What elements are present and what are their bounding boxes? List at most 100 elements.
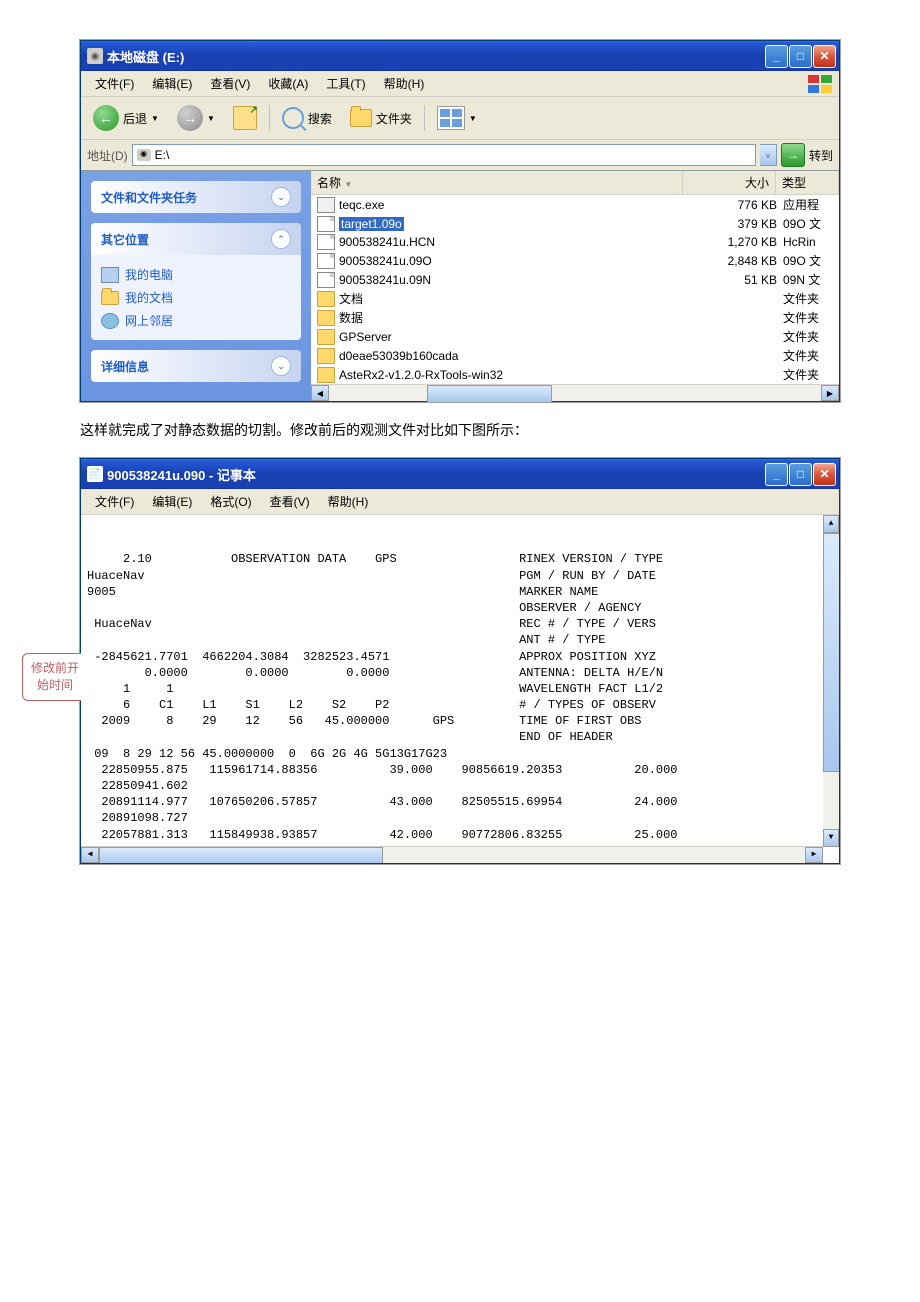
- views-button[interactable]: ▼: [431, 103, 483, 133]
- notepad-content-area[interactable]: 2.10 OBSERVATION DATA GPS RINEX VERSION …: [81, 515, 839, 863]
- file-row[interactable]: d0eae53039b160cada文件夹: [311, 346, 839, 365]
- file-row[interactable]: teqc.exe776 KB应用程: [311, 195, 839, 214]
- file-row[interactable]: target1.09o 379 KB09O 文: [311, 214, 839, 233]
- vertical-scrollbar[interactable]: ▲ ▼: [823, 515, 839, 847]
- file-row[interactable]: 文档文件夹: [311, 289, 839, 308]
- menu-view[interactable]: 查看(V): [202, 73, 258, 94]
- search-label: 搜索: [308, 110, 332, 127]
- doc-icon: [317, 253, 335, 269]
- doc-icon: [317, 216, 335, 232]
- notepad-window: 📄 900538241u.090 - 记事本 _ □ ✕ 文件(F) 编辑(E)…: [80, 458, 840, 864]
- file-type: 文件夹: [777, 366, 833, 383]
- minimize-button[interactable]: _: [765, 45, 788, 68]
- menu-favorites[interactable]: 收藏(A): [260, 73, 316, 94]
- scroll-track[interactable]: [823, 533, 839, 829]
- details-header[interactable]: 详细信息 ⌄: [91, 350, 301, 382]
- file-row[interactable]: 900538241u.09O2,848 KB09O 文: [311, 251, 839, 270]
- forward-button[interactable]: →▼: [171, 102, 221, 134]
- horizontal-scrollbar[interactable]: ◀ ▶: [81, 846, 823, 863]
- scroll-down-button[interactable]: ▼: [823, 829, 839, 847]
- file-row[interactable]: 900538241u.HCN1,270 KBHcRin: [311, 233, 839, 251]
- scroll-up-button[interactable]: ▲: [823, 515, 839, 533]
- my-computer-link[interactable]: 我的电脑: [101, 263, 291, 286]
- menu-edit[interactable]: 编辑(E): [144, 491, 200, 512]
- address-input[interactable]: ◉ E:\: [132, 144, 756, 166]
- file-name: target1.09o: [339, 217, 404, 231]
- go-button[interactable]: →: [781, 143, 805, 167]
- scroll-track[interactable]: [99, 847, 805, 863]
- file-name: 900538241u.HCN: [339, 235, 435, 249]
- file-type: 文件夹: [777, 328, 833, 345]
- column-type[interactable]: 类型: [776, 171, 839, 194]
- file-pane: 名称 ▼ 大小 类型 teqc.exe776 KB应用程 target1.09o 3…: [311, 171, 839, 401]
- folders-button[interactable]: 文件夹: [344, 106, 418, 130]
- explorer-titlebar[interactable]: ◉ 本地磁盘 (E:) _ □ ✕: [81, 41, 839, 71]
- file-name: 900538241u.09O: [339, 254, 432, 268]
- menu-help[interactable]: 帮助(H): [376, 73, 433, 94]
- menu-edit[interactable]: 编辑(E): [144, 73, 200, 94]
- notepad-menubar: 文件(F) 编辑(E) 格式(O) 查看(V) 帮助(H): [81, 489, 839, 515]
- file-name: 900538241u.09N: [339, 273, 431, 287]
- folder-icon: [317, 291, 335, 307]
- close-button[interactable]: ✕: [813, 45, 836, 68]
- folder-icon: [101, 291, 119, 305]
- file-row[interactable]: GPServer文件夹: [311, 327, 839, 346]
- network-link[interactable]: 网上邻居: [101, 309, 291, 332]
- scroll-track[interactable]: [329, 385, 821, 401]
- file-row[interactable]: 数据文件夹: [311, 308, 839, 327]
- details-panel: 详细信息 ⌄: [91, 350, 301, 382]
- maximize-button[interactable]: □: [789, 463, 812, 486]
- folder-icon: [317, 329, 335, 345]
- scroll-left-button[interactable]: ◀: [311, 385, 329, 401]
- menu-tools[interactable]: 工具(T): [318, 73, 373, 94]
- scroll-thumb[interactable]: [823, 533, 839, 772]
- menu-help[interactable]: 帮助(H): [320, 491, 377, 512]
- file-tasks-label: 文件和文件夹任务: [101, 189, 197, 206]
- my-documents-link[interactable]: 我的文档: [101, 286, 291, 309]
- menu-file[interactable]: 文件(F): [87, 73, 142, 94]
- horizontal-scrollbar[interactable]: ◀ ▶: [311, 384, 839, 401]
- close-button[interactable]: ✕: [813, 463, 836, 486]
- drive-icon: ◉: [137, 149, 151, 161]
- scroll-thumb[interactable]: [427, 385, 552, 403]
- other-places-label: 其它位置: [101, 231, 149, 248]
- details-label: 详细信息: [101, 358, 149, 375]
- network-icon: [101, 313, 119, 329]
- go-label: 转到: [809, 147, 833, 164]
- file-size: 379 KB: [697, 217, 777, 231]
- scroll-right-button[interactable]: ▶: [805, 847, 823, 863]
- file-row[interactable]: AsteRx2-v1.2.0-RxTools-win32文件夹: [311, 365, 839, 384]
- file-tasks-panel: 文件和文件夹任务 ⌄: [91, 181, 301, 213]
- file-tasks-header[interactable]: 文件和文件夹任务 ⌄: [91, 181, 301, 213]
- up-button[interactable]: [227, 103, 263, 133]
- file-type: 09O 文: [777, 215, 833, 232]
- menu-format[interactable]: 格式(O): [202, 491, 259, 512]
- file-type: HcRin: [777, 235, 833, 249]
- scroll-thumb[interactable]: [99, 847, 383, 863]
- file-type: 09N 文: [777, 271, 833, 288]
- notepad-titlebar[interactable]: 📄 900538241u.090 - 记事本 _ □ ✕: [81, 459, 839, 489]
- other-places-header[interactable]: 其它位置 ⌃: [91, 223, 301, 255]
- exe-icon: [317, 197, 335, 213]
- minimize-button[interactable]: _: [765, 463, 788, 486]
- file-name: 数据: [339, 309, 363, 326]
- scroll-left-button[interactable]: ◀: [81, 847, 99, 863]
- menu-file[interactable]: 文件(F): [87, 491, 142, 512]
- column-size[interactable]: 大小: [683, 171, 776, 194]
- back-label: 后退: [123, 110, 147, 127]
- column-name[interactable]: 名称 ▼: [311, 171, 683, 194]
- maximize-button[interactable]: □: [789, 45, 812, 68]
- address-dropdown[interactable]: v: [760, 144, 777, 166]
- address-value: E:\: [155, 148, 170, 162]
- other-places-panel: 其它位置 ⌃ 我的电脑 我的文档 网上邻居: [91, 223, 301, 340]
- folder-icon: [317, 348, 335, 364]
- file-row[interactable]: 900538241u.09N51 KB09N 文: [311, 270, 839, 289]
- address-bar: 地址(D) ◉ E:\ v → 转到: [81, 140, 839, 171]
- menu-view[interactable]: 查看(V): [262, 491, 318, 512]
- sort-icon: ▼: [344, 180, 352, 189]
- file-list[interactable]: teqc.exe776 KB应用程target1.09o379 KB09O 文9…: [311, 195, 839, 384]
- scroll-right-button[interactable]: ▶: [821, 385, 839, 401]
- search-button[interactable]: 搜索: [276, 104, 338, 132]
- back-button[interactable]: ←后退▼: [87, 102, 165, 134]
- callout-annotation: 修改前开始时间: [22, 653, 88, 701]
